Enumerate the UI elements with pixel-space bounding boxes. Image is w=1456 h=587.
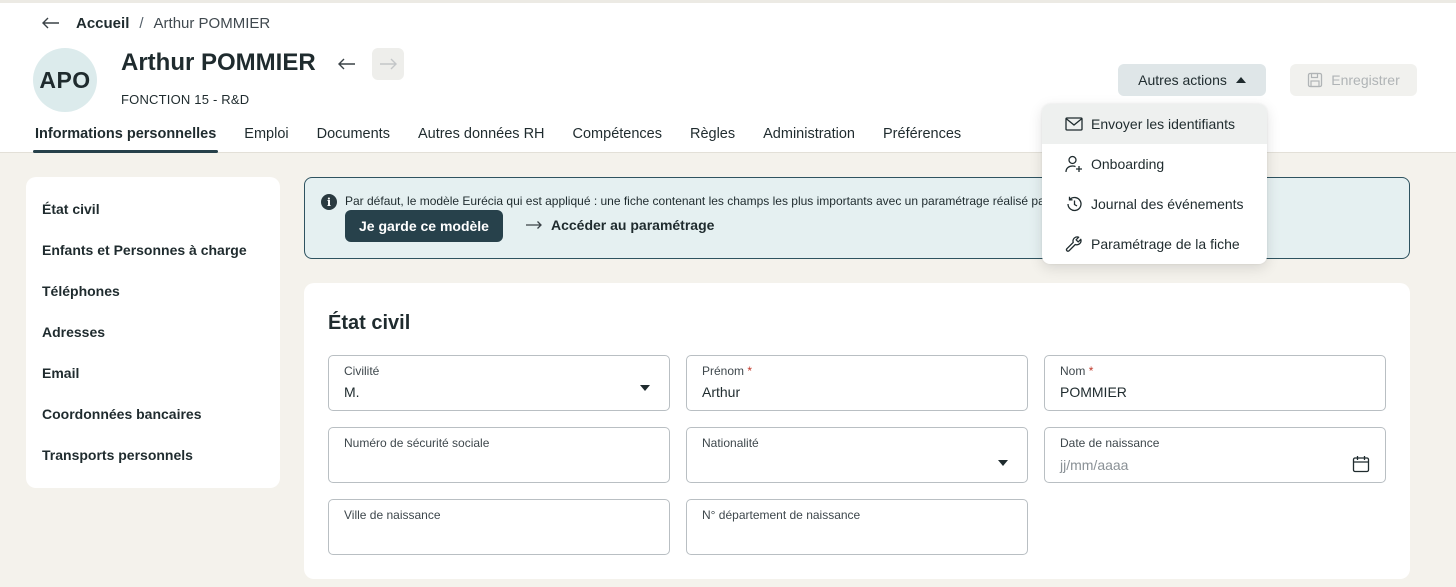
nationalite-select[interactable]: Nationalité	[686, 427, 1028, 483]
arrow-right-icon	[526, 221, 542, 229]
sidebar-item-transports[interactable]: Transports personnels	[26, 434, 280, 475]
sidebar-item-email[interactable]: Email	[26, 352, 280, 393]
envelope-icon	[1064, 114, 1084, 134]
tab-preferences[interactable]: Préférences	[881, 118, 963, 153]
birth-department-field[interactable]: N° département de naissance	[686, 499, 1028, 555]
previous-employee-button[interactable]	[331, 48, 363, 80]
field-label: Nom *	[1060, 364, 1094, 378]
arrow-right-icon	[380, 58, 397, 70]
required-marker: *	[1088, 364, 1094, 378]
person-role: FONCTION 15 - R&D	[121, 92, 250, 107]
tab-administration[interactable]: Administration	[761, 118, 857, 153]
menu-item-label: Paramétrage de la fiche	[1091, 236, 1240, 252]
menu-item-send-credentials[interactable]: Envoyer les identifiants	[1042, 104, 1267, 144]
sidebar-item-adresses[interactable]: Adresses	[26, 311, 280, 352]
breadcrumb-separator: /	[139, 14, 144, 32]
field-value: Arthur	[702, 384, 741, 400]
breadcrumb-current: Arthur POMMIER	[153, 14, 271, 32]
menu-item-event-log[interactable]: Journal des événements	[1042, 184, 1267, 224]
settings-link-label: Accéder au paramétrage	[551, 217, 715, 233]
etat-civil-card: État civil Civilité M. Prénom * Arthur N…	[304, 283, 1410, 579]
sidebar-item-etat-civil[interactable]: État civil	[26, 188, 280, 229]
caret-down-icon	[998, 460, 1008, 466]
save-label: Enregistrer	[1331, 72, 1400, 88]
other-actions-button[interactable]: Autres actions	[1118, 64, 1266, 96]
sidebar-item-enfants[interactable]: Enfants et Personnes à charge	[26, 229, 280, 270]
caret-down-icon	[640, 385, 650, 391]
breadcrumb: Accueil / Arthur POMMIER	[40, 14, 270, 32]
keep-model-button[interactable]: Je garde ce modèle	[345, 210, 503, 242]
floppy-disk-icon	[1308, 72, 1323, 88]
other-actions-menu: Envoyer les identifiants Onboarding Jour…	[1042, 104, 1267, 264]
field-value: POMMIER	[1060, 384, 1127, 400]
sidebar-item-coordonnees-bancaires[interactable]: Coordonnées bancaires	[26, 393, 280, 434]
history-icon	[1064, 194, 1084, 214]
field-label: Numéro de sécurité sociale	[344, 436, 490, 450]
tab-regles[interactable]: Règles	[688, 118, 737, 153]
tab-emploi[interactable]: Emploi	[242, 118, 290, 153]
back-arrow-icon[interactable]	[40, 14, 62, 32]
settings-link[interactable]: Accéder au paramétrage	[525, 217, 714, 233]
menu-item-onboarding[interactable]: Onboarding	[1042, 144, 1267, 184]
page-title: Arthur POMMIER	[121, 49, 316, 76]
next-employee-button[interactable]	[372, 48, 404, 80]
field-label: Date de naissance	[1060, 436, 1160, 450]
tab-informations-personnelles[interactable]: Informations personnelles	[33, 118, 219, 153]
field-label: N° département de naissance	[702, 508, 861, 522]
menu-item-form-settings[interactable]: Paramétrage de la fiche	[1042, 224, 1267, 264]
tab-autres-donnees-rh[interactable]: Autres données RH	[416, 118, 547, 153]
tab-competences[interactable]: Compétences	[571, 118, 664, 153]
birth-city-field[interactable]: Ville de naissance	[328, 499, 670, 555]
field-label: Prénom *	[702, 364, 753, 378]
birth-date-field[interactable]: Date de naissance jj/mm/aaaa	[1044, 427, 1386, 483]
info-icon: i	[321, 194, 337, 210]
tab-bar: Informations personnelles Emploi Documen…	[33, 118, 987, 153]
field-label: Nationalité	[702, 436, 759, 450]
wrench-icon	[1064, 234, 1084, 254]
caret-up-icon	[1235, 77, 1246, 83]
avatar: APO	[33, 48, 97, 112]
civilite-select[interactable]: Civilité M.	[328, 355, 670, 411]
other-actions-label: Autres actions	[1138, 72, 1227, 88]
prenom-field[interactable]: Prénom * Arthur	[686, 355, 1028, 411]
banner-text: Par défaut, le modèle Eurécia qui est ap…	[345, 194, 1049, 208]
menu-item-label: Envoyer les identifiants	[1091, 116, 1235, 132]
tab-documents[interactable]: Documents	[315, 118, 392, 153]
breadcrumb-home-link[interactable]: Accueil	[76, 15, 129, 32]
section-sidebar: État civil Enfants et Personnes à charge…	[26, 177, 280, 488]
nom-field[interactable]: Nom * POMMIER	[1044, 355, 1386, 411]
field-value: M.	[344, 384, 360, 400]
section-title: État civil	[328, 312, 411, 334]
arrow-left-icon	[338, 58, 355, 70]
required-marker: *	[747, 364, 753, 378]
sidebar-item-telephones[interactable]: Téléphones	[26, 270, 280, 311]
field-placeholder: jj/mm/aaaa	[1060, 457, 1129, 473]
save-button[interactable]: Enregistrer	[1290, 64, 1417, 96]
field-label: Ville de naissance	[344, 508, 441, 522]
social-security-field[interactable]: Numéro de sécurité sociale	[328, 427, 670, 483]
field-label: Civilité	[344, 364, 380, 378]
calendar-icon[interactable]	[1352, 455, 1370, 473]
user-plus-icon	[1064, 154, 1084, 174]
menu-item-label: Journal des événements	[1091, 196, 1244, 212]
menu-item-label: Onboarding	[1091, 156, 1165, 172]
